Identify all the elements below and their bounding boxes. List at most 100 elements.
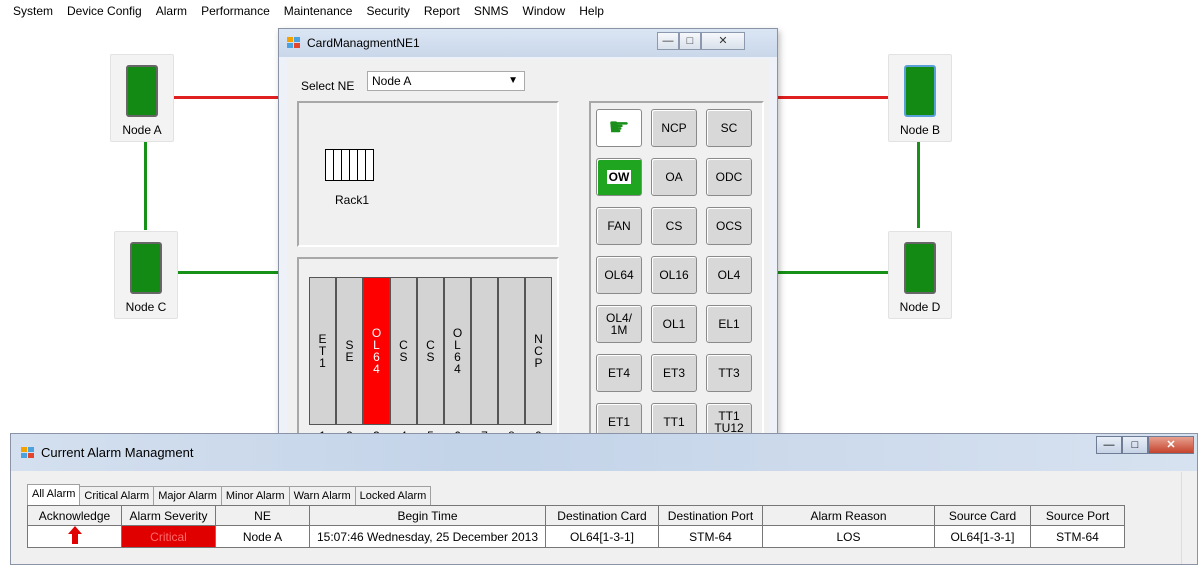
menu-report[interactable]: Report [417,0,467,22]
node-d[interactable]: Node D [888,231,952,319]
column-header[interactable]: Alarm Severity [121,505,216,526]
link-b-d [917,142,920,228]
ne-cell: Node A [215,525,310,548]
tab-critical-alarm[interactable]: Critical Alarm [79,486,155,505]
card-button-tt3[interactable]: TT3 [706,354,752,392]
card-button-cs[interactable]: CS [651,207,697,245]
menu-system[interactable]: System [6,0,60,22]
tab-major-alarm[interactable]: Major Alarm [153,486,222,505]
card-button-oa[interactable]: OA [651,158,697,196]
menu-snms[interactable]: SNMS [467,0,516,22]
select-ne-label: Select NE [301,79,355,93]
card-button-panel: ☛ NCP SC OW OA ODC FAN CS OCS OL64 OL16 OL4 OL4/ 1M O… [589,101,764,441]
card-slot-2[interactable]: S E [336,277,363,425]
tab-minor-alarm[interactable]: Minor Alarm [220,486,290,505]
card-button-ol64[interactable]: OL64 [596,256,642,294]
chevron-down-icon: ▼ [508,75,518,86]
card-button-ol4-1m[interactable]: OL4/ 1M [596,305,642,343]
tab-locked-alarm[interactable]: Locked Alarm [354,486,432,505]
rack-icon[interactable] [325,149,374,181]
alarm-window-title-bar: Current Alarm Managment [11,434,1197,471]
tab-all-alarm[interactable]: All Alarm [27,484,81,505]
menu-help[interactable]: Help [572,0,611,22]
card-slot-7[interactable] [471,277,498,425]
menu-window[interactable]: Window [516,0,573,22]
card-button-ol4[interactable]: OL4 [706,256,752,294]
column-header[interactable]: NE [215,505,310,526]
card-slot-8[interactable] [498,277,525,425]
card-slot-3[interactable]: O L 6 4 [363,277,390,425]
card-button-ol16[interactable]: OL16 [651,256,697,294]
column-header[interactable]: Acknowledge [27,505,122,526]
hand-pointer-icon: ☛ [608,114,630,141]
alarm-close-button[interactable]: ✕ [1148,436,1194,454]
card-button-fan[interactable]: FAN [596,207,642,245]
link-a-c [144,142,147,230]
destination-card-cell: OL64[1-3-1] [545,525,659,548]
network-element-icon [126,65,158,117]
card-button-el1[interactable]: EL1 [706,305,752,343]
hand-pointer-button[interactable]: ☛ [596,109,642,147]
column-header[interactable]: Destination Card [545,505,659,526]
alarm-tabs: All Alarm Critical Alarm Major Alarm Min… [27,484,432,505]
card-slot-6[interactable]: O L 6 4 [444,277,471,425]
slot-row: E T 11S E2O L 6 43C S4C S5O L 6 4678N C … [309,277,559,447]
begin-time-cell: 15:07:46 Wednesday, 25 December 2013 [309,525,546,548]
red-up-arrow-icon[interactable] [67,526,82,544]
app-icon [287,37,301,49]
network-element-icon [904,65,936,117]
card-button-ow[interactable]: OW [596,158,642,196]
destination-port-cell: STM-64 [658,525,763,548]
alarm-reason-cell: LOS [762,525,935,548]
card-button-et4[interactable]: ET4 [596,354,642,392]
alarm-maximize-button[interactable]: □ [1122,436,1148,454]
vertical-scrollbar[interactable] [1181,472,1195,564]
ne-select[interactable]: Node A ▼ [367,71,525,91]
card-button-et3[interactable]: ET3 [651,354,697,392]
app-icon [21,446,35,459]
node-b[interactable]: Node B [888,54,952,142]
column-header[interactable]: Destination Port [658,505,763,526]
maximize-button[interactable]: □ [679,32,701,50]
node-a[interactable]: Node A [110,54,174,142]
close-button[interactable]: ✕ [701,32,745,50]
window-title: CardManagmentNE1 [307,36,420,50]
node-label: Node C [125,300,167,314]
alarm-window-title: Current Alarm Managment [41,445,194,460]
menu-maintenance[interactable]: Maintenance [277,0,360,22]
card-button-ocs[interactable]: OCS [706,207,752,245]
source-port-cell: STM-64 [1030,525,1125,548]
node-label: Node B [899,123,941,137]
menu-security[interactable]: Security [359,0,416,22]
alarm-minimize-button[interactable]: — [1096,436,1122,454]
menu-device-config[interactable]: Device Config [60,0,149,22]
column-header[interactable]: Source Port [1030,505,1125,526]
minimize-button[interactable]: — [657,32,679,50]
source-card-cell: OL64[1-3-1] [934,525,1031,548]
card-slot-5[interactable]: C S [417,277,444,425]
column-header[interactable]: Begin Time [309,505,546,526]
network-element-icon [130,242,162,294]
card-window-body: Select NE Node A ▼ Rack1 E T 11S E2O L 6… [287,59,769,443]
ow-label: OW [606,170,632,184]
menu-performance[interactable]: Performance [194,0,277,22]
card-button-ol1[interactable]: OL1 [651,305,697,343]
column-header[interactable]: Alarm Reason [762,505,935,526]
acknowledge-cell[interactable] [27,525,122,548]
tab-warn-alarm[interactable]: Warn Alarm [288,486,356,505]
card-button-grid: ☛ NCP SC OW OA ODC FAN CS OCS OL64 OL16 OL4 OL4/ 1M O… [591,103,762,439]
card-management-window: CardManagmentNE1 — □ ✕ Select NE Node A … [278,28,778,443]
card-slot-4[interactable]: C S [390,277,417,425]
network-element-icon [904,242,936,294]
column-header[interactable]: Source Card [934,505,1031,526]
card-button-ncp[interactable]: NCP [651,109,697,147]
alarm-table-header: Acknowledge Alarm Severity NE Begin Time… [27,505,1125,526]
card-button-sc[interactable]: SC [706,109,752,147]
menu-alarm[interactable]: Alarm [149,0,194,22]
card-slot-1[interactable]: E T 1 [309,277,336,425]
alarm-window: Current Alarm Managment — □ ✕ All Alarm … [10,433,1198,565]
card-button-odc[interactable]: ODC [706,158,752,196]
card-slot-9[interactable]: N C P [525,277,552,425]
table-row[interactable]: Critical Node A 15:07:46 Wednesday, 25 D… [27,525,1125,548]
node-c[interactable]: Node C [114,231,178,319]
